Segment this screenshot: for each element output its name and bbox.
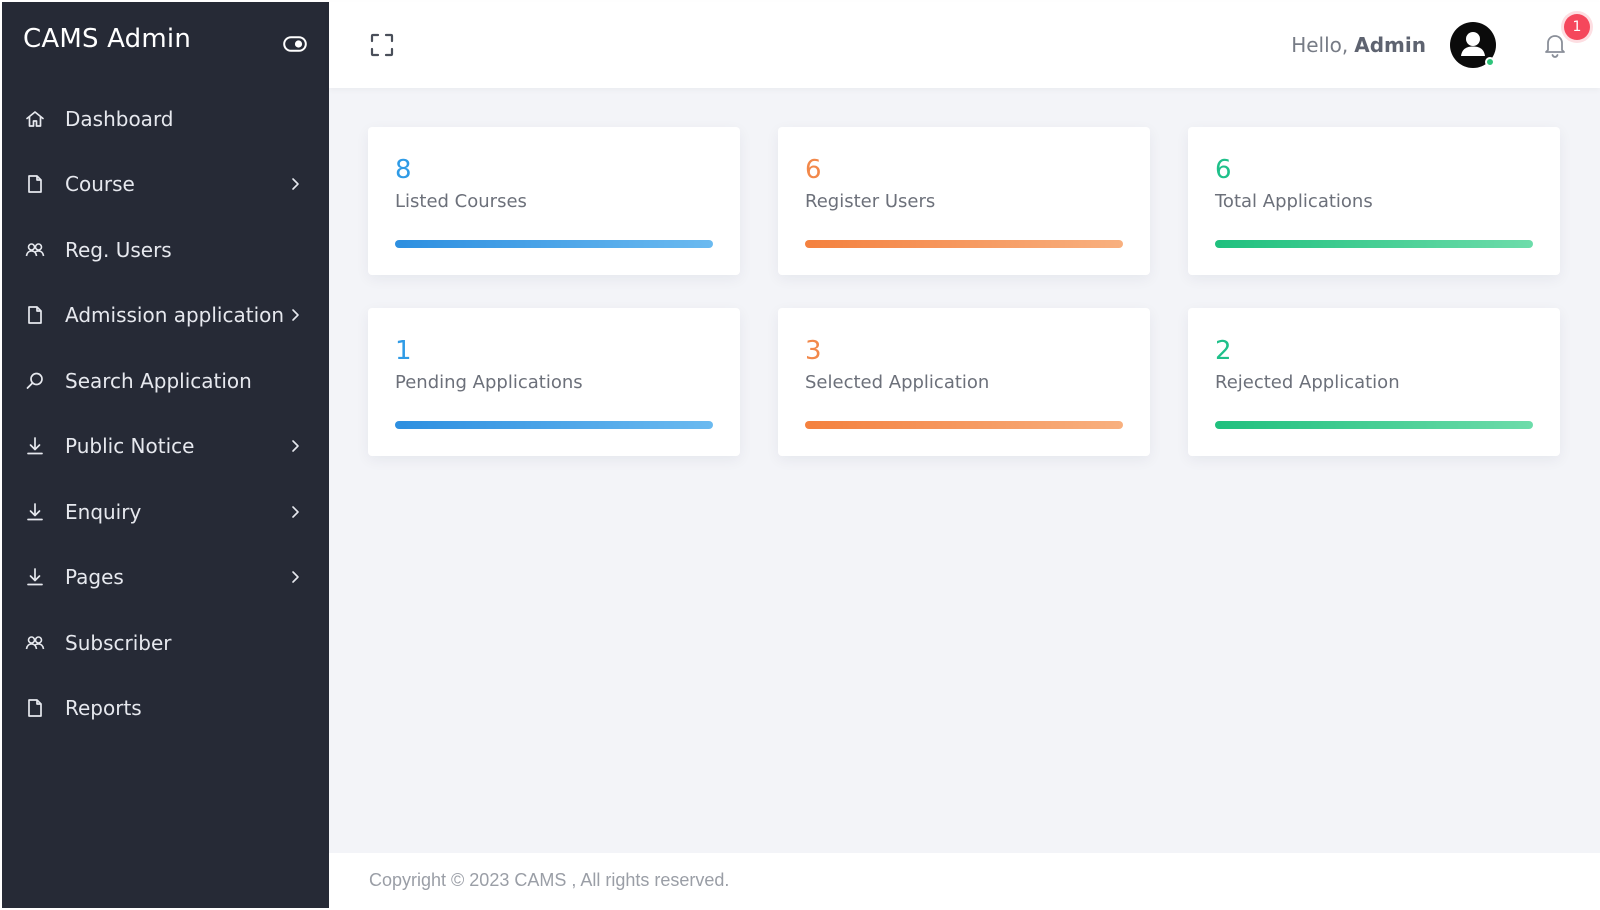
stat-label: Pending Applications (395, 372, 583, 393)
stat-progress-bar (1215, 421, 1533, 429)
stat-card-listed-courses[interactable]: 8 Listed Courses (368, 127, 740, 275)
chevron-right-icon (289, 570, 301, 584)
stat-progress-bar (805, 240, 1123, 248)
stat-card-selected-application[interactable]: 3 Selected Application (778, 308, 1150, 456)
main-content: Hello, Admin 1 8 Listed Courses 6 Regist… (329, 2, 1600, 908)
file-icon (24, 173, 46, 195)
users-icon (24, 632, 46, 654)
stat-card-register-users[interactable]: 6 Register Users (778, 127, 1150, 275)
stat-value: 6 (805, 155, 822, 185)
sidebar-item-label: Admission application (65, 303, 285, 328)
stats-cards: 8 Listed Courses 6 Register Users 6 Tota… (368, 127, 1560, 456)
sidebar: CAMS Admin Dashboard Course Reg. Users A… (2, 2, 329, 908)
stat-value: 1 (395, 336, 412, 366)
sidebar-nav: Dashboard Course Reg. Users Admission ap… (2, 86, 329, 741)
sidebar-item-reg-users[interactable]: Reg. Users (2, 217, 329, 283)
stat-card-pending-applications[interactable]: 1 Pending Applications (368, 308, 740, 456)
sidebar-item-subscriber[interactable]: Subscriber (2, 610, 329, 676)
sidebar-item-label: Search Application (65, 368, 252, 393)
user-name[interactable]: Admin (1354, 33, 1426, 57)
brand-bar: CAMS Admin (2, 2, 329, 82)
sidebar-item-admission-application[interactable]: Admission application (2, 283, 329, 349)
online-status-dot (1485, 57, 1495, 67)
stat-value: 2 (1215, 336, 1232, 366)
stat-label: Listed Courses (395, 191, 527, 212)
sidebar-item-label: Course (65, 172, 135, 197)
sidebar-item-search-application[interactable]: Search Application (2, 348, 329, 414)
download-icon (24, 501, 46, 523)
stat-card-total-applications[interactable]: 6 Total Applications (1188, 127, 1560, 275)
stat-label: Rejected Application (1215, 372, 1400, 393)
sidebar-item-pages[interactable]: Pages (2, 545, 329, 611)
stat-value: 3 (805, 336, 822, 366)
sidebar-item-label: Public Notice (65, 434, 195, 459)
stat-progress-bar (395, 421, 713, 429)
avatar[interactable] (1450, 22, 1496, 68)
search-icon (24, 370, 46, 392)
notification-bell[interactable]: 1 (1540, 14, 1590, 60)
chevron-right-icon (289, 308, 301, 322)
sidebar-item-public-notice[interactable]: Public Notice (2, 414, 329, 480)
sidebar-toggle-icon[interactable] (283, 36, 307, 52)
topbar-right: Hello, Admin 1 (1291, 14, 1590, 68)
sidebar-item-course[interactable]: Course (2, 152, 329, 218)
sidebar-item-label: Subscriber (65, 630, 172, 655)
fullscreen-icon[interactable] (369, 32, 395, 58)
sidebar-item-label: Enquiry (65, 499, 142, 524)
stat-label: Selected Application (805, 372, 990, 393)
greeting-text: Hello, (1291, 33, 1349, 57)
users-icon (24, 239, 46, 261)
download-icon (24, 435, 46, 457)
chevron-right-icon (289, 505, 301, 519)
file-icon (24, 697, 46, 719)
sidebar-item-dashboard[interactable]: Dashboard (2, 86, 329, 152)
top-bar: Hello, Admin 1 (329, 2, 1600, 88)
sidebar-item-reports[interactable]: Reports (2, 676, 329, 742)
sidebar-item-enquiry[interactable]: Enquiry (2, 479, 329, 545)
brand-title[interactable]: CAMS Admin (23, 24, 191, 54)
stat-progress-bar (1215, 240, 1533, 248)
sidebar-item-label: Reg. Users (65, 237, 172, 262)
stat-card-rejected-application[interactable]: 2 Rejected Application (1188, 308, 1560, 456)
copyright-text: Copyright © 2023 CAMS , All rights reser… (369, 870, 730, 890)
footer: Copyright © 2023 CAMS , All rights reser… (329, 853, 1600, 908)
stat-progress-bar (395, 240, 713, 248)
stat-value: 8 (395, 155, 412, 185)
greeting: Hello, Admin (1291, 33, 1426, 57)
app-shell: CAMS Admin Dashboard Course Reg. Users A… (2, 2, 1600, 908)
download-icon (24, 566, 46, 588)
sidebar-item-label: Dashboard (65, 106, 174, 131)
sidebar-item-label: Pages (65, 565, 124, 590)
home-icon (24, 108, 46, 130)
notification-badge: 1 (1564, 14, 1590, 40)
file-icon (24, 304, 46, 326)
chevron-right-icon (289, 439, 301, 453)
sidebar-item-label: Reports (65, 696, 142, 721)
stat-progress-bar (805, 421, 1123, 429)
stat-label: Register Users (805, 191, 936, 212)
stat-label: Total Applications (1215, 191, 1373, 212)
chevron-right-icon (289, 177, 301, 191)
stat-value: 6 (1215, 155, 1232, 185)
